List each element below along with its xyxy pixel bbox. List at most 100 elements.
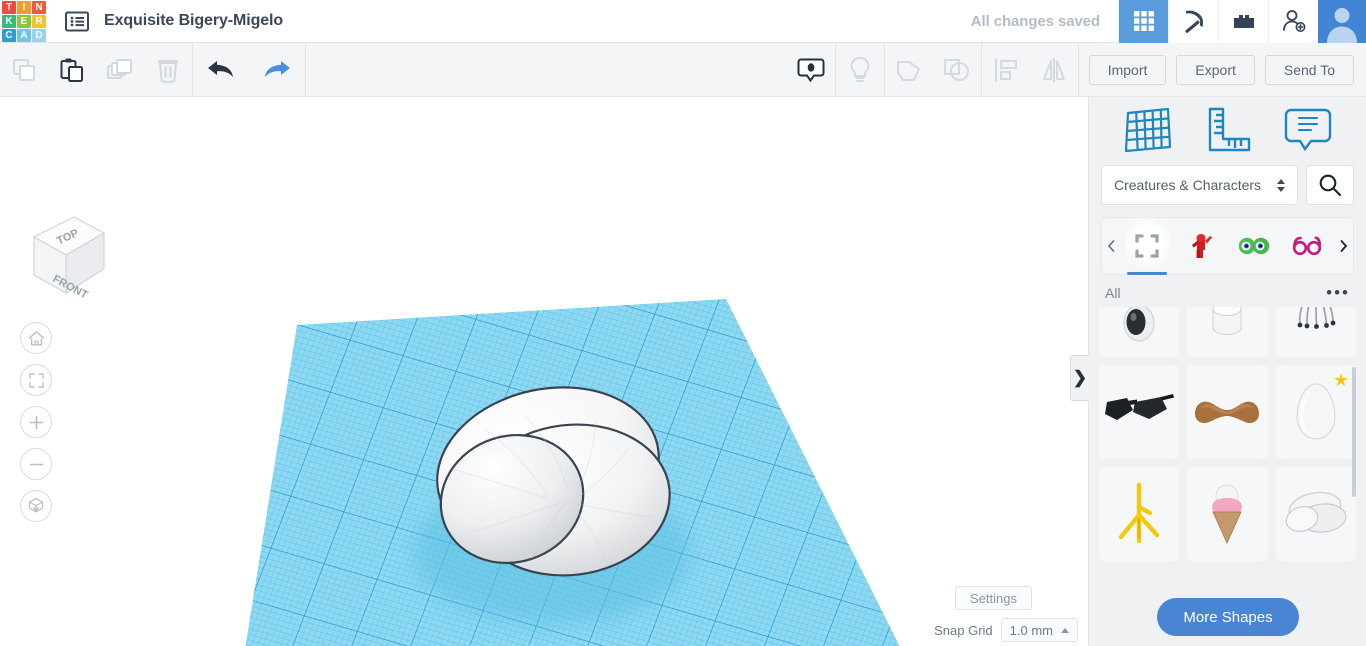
delete-button[interactable] xyxy=(144,43,192,97)
snap-grid-control: Snap Grid 1.0 mm xyxy=(934,618,1078,642)
logo-letter: K xyxy=(2,14,16,28)
toolbar-divider xyxy=(305,42,306,97)
workplane-tool-icon[interactable] xyxy=(1120,103,1176,155)
zoom-out-button[interactable] xyxy=(20,448,52,480)
shape-egg[interactable]: ★ xyxy=(1275,365,1356,459)
invite-button[interactable] xyxy=(1268,0,1318,43)
shape-grid-inner: ★ xyxy=(1099,307,1356,561)
shape-eye[interactable] xyxy=(1099,307,1180,357)
ruler-tool-icon[interactable] xyxy=(1201,103,1255,155)
send-to-button[interactable]: Send To xyxy=(1264,54,1354,85)
logo-letter: I xyxy=(17,0,31,14)
undo-button[interactable] xyxy=(193,43,249,97)
category-select-value: Creatures & Characters xyxy=(1114,177,1262,193)
person-add-icon xyxy=(1282,10,1305,32)
shape-mustache[interactable] xyxy=(1187,365,1268,459)
tab-glasses[interactable] xyxy=(1286,217,1330,275)
panel-tool-icons xyxy=(1089,97,1366,161)
all-label: All xyxy=(1105,285,1121,301)
tab-all-shapes[interactable] xyxy=(1124,217,1169,275)
copy-icon xyxy=(13,58,35,81)
red-character-icon xyxy=(1191,234,1212,258)
hide-button[interactable] xyxy=(836,43,884,97)
toolbar-divider xyxy=(1077,42,1079,97)
mirror-button[interactable] xyxy=(1030,43,1078,97)
logo-letter: E xyxy=(17,14,31,28)
snap-grid-label: Snap Grid xyxy=(934,622,993,638)
search-icon xyxy=(1319,174,1342,197)
category-select[interactable]: Creatures & Characters xyxy=(1101,165,1298,205)
eyeball-icon xyxy=(1123,307,1155,342)
import-button[interactable]: Import xyxy=(1088,54,1167,85)
pickaxe-icon xyxy=(1184,10,1203,34)
notes-tool-icon[interactable] xyxy=(1281,103,1335,155)
projection-toggle-button[interactable] xyxy=(20,490,52,522)
undo-arrow-icon xyxy=(208,60,233,77)
tab-characters[interactable] xyxy=(1179,217,1223,275)
pink-glasses-icon xyxy=(1293,236,1322,256)
tab-next-arrow[interactable] xyxy=(1335,217,1353,275)
clipboard-icon xyxy=(60,58,83,82)
sunglasses-icon xyxy=(1105,394,1175,420)
duplicate-button[interactable] xyxy=(96,43,144,97)
chevron-right-icon xyxy=(1340,240,1348,252)
snap-grid-select[interactable]: 1.0 mm xyxy=(1000,618,1078,642)
shape-cloud[interactable] xyxy=(1275,467,1356,561)
edit-toolbar: Import Export Send To xyxy=(0,42,1366,97)
category-tab-strip xyxy=(1101,217,1354,275)
fit-to-view-icon xyxy=(28,372,44,388)
settings-button[interactable]: Settings xyxy=(955,586,1032,610)
group-button[interactable] xyxy=(885,43,933,97)
top-bar: T I N K E R C A D Exquisite Bigery-Migel… xyxy=(0,0,1366,43)
featured-star-icon: ★ xyxy=(1332,370,1349,390)
shape-bird-foot[interactable] xyxy=(1099,467,1180,561)
redo-button[interactable] xyxy=(249,43,305,97)
home-icon xyxy=(28,330,44,345)
3d-viewport[interactable]: Workplane xyxy=(0,97,1088,646)
zoom-in-button[interactable] xyxy=(20,406,52,438)
lightbulb-icon xyxy=(850,56,870,82)
page-title: Exquisite Bigery-Migelo xyxy=(104,12,284,29)
white-cylinder-icon xyxy=(1212,307,1242,335)
shape-ice-cream[interactable] xyxy=(1187,467,1268,561)
logo-letter: D xyxy=(32,28,46,42)
shape-grid-scrollbar[interactable] xyxy=(1352,367,1356,497)
blocks-button[interactable] xyxy=(1218,0,1268,43)
ungroup-shape-icon xyxy=(943,58,969,81)
ellipsis-icon[interactable]: ••• xyxy=(1326,284,1350,301)
group-shape-icon xyxy=(896,60,920,81)
avatar[interactable] xyxy=(1318,0,1366,43)
shape-grid[interactable]: ★ xyxy=(1099,307,1356,579)
shape-sunglasses[interactable] xyxy=(1099,365,1180,459)
home-view-button[interactable] xyxy=(20,322,52,354)
fit-view-button[interactable] xyxy=(20,364,52,396)
snap-grid-value: 1.0 mm xyxy=(1009,622,1053,638)
minus-icon xyxy=(29,463,43,465)
shape-cylinder[interactable] xyxy=(1187,307,1268,357)
align-button[interactable] xyxy=(982,43,1030,97)
cube-perspective-icon xyxy=(28,497,44,513)
logo-letter: N xyxy=(32,0,46,14)
shape-whiskers[interactable] xyxy=(1275,307,1356,357)
paste-button[interactable] xyxy=(48,43,96,97)
export-button[interactable]: Export xyxy=(1176,54,1255,85)
tinkercad-logo[interactable]: T I N K E R C A D xyxy=(0,0,46,43)
document-list-icon[interactable] xyxy=(62,8,92,34)
search-button[interactable] xyxy=(1306,165,1354,205)
tab-eyes[interactable] xyxy=(1232,217,1276,275)
note-button[interactable] xyxy=(787,43,835,97)
more-shapes-button[interactable]: More Shapes xyxy=(1157,598,1299,636)
caret-up-icon xyxy=(1061,627,1069,633)
panel-collapse-button[interactable]: ❯ xyxy=(1070,355,1089,401)
minecraft-button[interactable] xyxy=(1168,0,1218,43)
gallery-grid-button[interactable] xyxy=(1118,0,1168,43)
tab-prev-arrow[interactable] xyxy=(1102,217,1120,275)
align-icon xyxy=(994,57,1017,82)
ungroup-button[interactable] xyxy=(933,43,981,97)
logo-letter: A xyxy=(17,28,31,42)
duplicate-icon xyxy=(107,58,132,79)
ice-cream-cone-icon xyxy=(1212,484,1243,545)
save-status: All changes saved xyxy=(970,12,1100,30)
copy-button[interactable] xyxy=(0,43,48,97)
view-cube[interactable]: TOP FRONT xyxy=(22,205,112,302)
